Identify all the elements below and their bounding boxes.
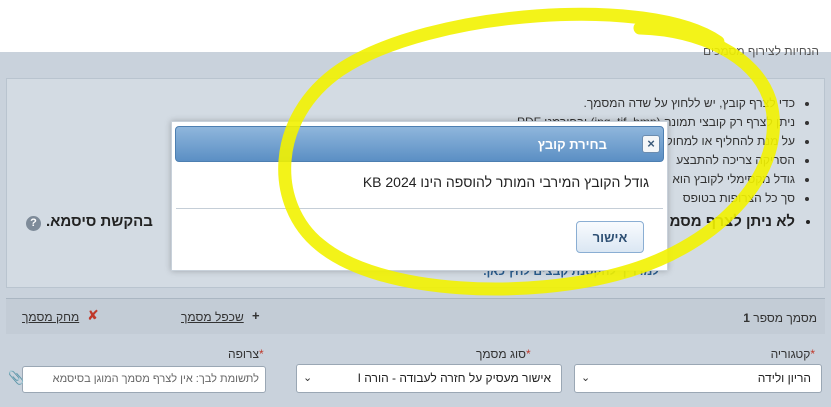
- close-icon[interactable]: ×: [642, 135, 660, 153]
- document-number-label: מסמך מספר: [753, 311, 817, 325]
- password-warning-tail: בהקשת סיסמא.: [46, 213, 153, 230]
- doc-type-label: *סוג מסמך: [476, 347, 531, 361]
- instruction-item: כדי לצרף קובץ, יש ללחוץ על שדה המסמך.: [53, 94, 795, 113]
- dialog-message: גודל הקובץ המירבי המותר להוספה הינו 2024…: [362, 174, 649, 190]
- attachment-field[interactable]: לתשומת לבך: אין לצרף מסמך המוגן בסיסמא: [22, 366, 266, 393]
- document-number: מסמך מספר 1: [743, 311, 817, 325]
- doc-type-select[interactable]: אישור מעסיק על חזרה לעבודה - הורה I ⌄: [296, 364, 562, 393]
- paperclip-icon[interactable]: 📎: [8, 370, 24, 386]
- category-selected-value: הריון ולידה: [757, 371, 811, 385]
- duplicate-document-button[interactable]: שכפל מסמך: [181, 310, 244, 324]
- dialog-divider: [176, 208, 663, 209]
- dialog-title: בחירת קובץ: [537, 137, 607, 152]
- help-icon[interactable]: ?: [26, 216, 41, 231]
- attachment-label: *צרופה: [228, 347, 264, 361]
- document-number-value: 1: [743, 311, 750, 325]
- doc-type-selected-value: אישור מעסיק על חזרה לעבודה - הורה I: [357, 371, 551, 385]
- delete-icon: ✘: [87, 307, 99, 323]
- dialog-title-bar: בחירת קובץ ×: [175, 126, 664, 162]
- chevron-down-icon: ⌄: [581, 372, 591, 384]
- delete-document-button[interactable]: מחק מסמך: [22, 310, 79, 324]
- category-label: *קטגוריה: [770, 347, 815, 361]
- plus-icon: +: [252, 308, 260, 323]
- instructions-header: הנחיות לצירוף מסמכים: [703, 44, 819, 58]
- ok-button[interactable]: אישור: [576, 221, 644, 253]
- document-header-bar: [6, 298, 825, 334]
- chevron-down-icon: ⌄: [303, 372, 313, 384]
- category-select[interactable]: הריון ולידה ⌄: [574, 364, 822, 393]
- file-select-dialog: בחירת קובץ × גודל הקובץ המירבי המותר להו…: [171, 121, 668, 271]
